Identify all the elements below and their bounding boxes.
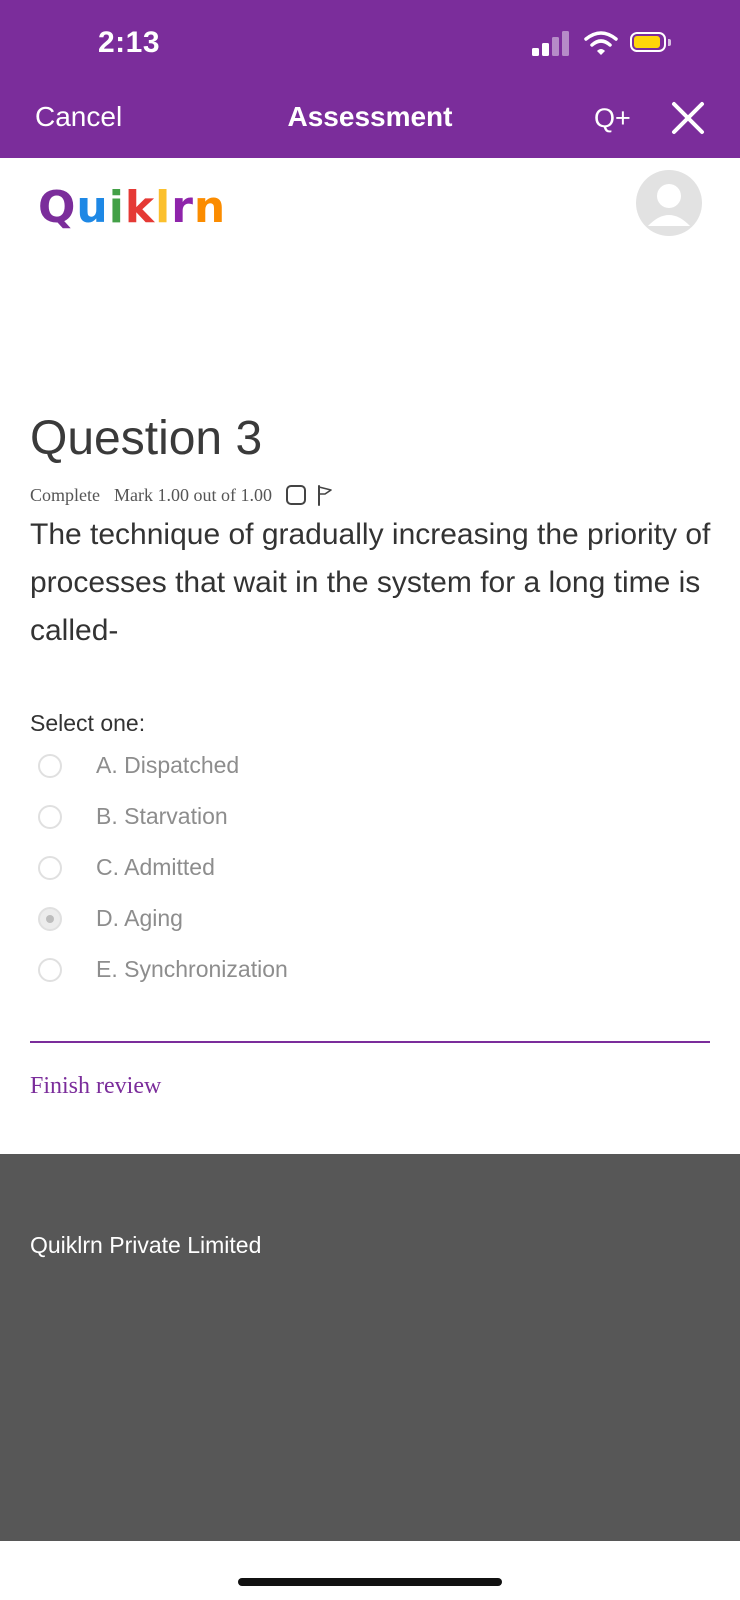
logo-letter: i <box>108 182 125 233</box>
radio-button[interactable] <box>38 753 62 778</box>
answer-option[interactable]: E. Synchronization <box>38 944 698 995</box>
answer-option-label: B. Starvation <box>96 803 228 829</box>
logo-letter: k <box>124 182 156 233</box>
radio-button[interactable] <box>38 804 62 829</box>
question-title: Question 3 <box>30 412 263 465</box>
footer-company: Quiklrn Private Limited <box>30 1232 262 1258</box>
wifi-icon <box>584 31 618 55</box>
answer-option-label: A. Dispatched <box>96 752 240 778</box>
home-indicator[interactable] <box>238 1578 502 1586</box>
logo-letter: r <box>171 182 194 233</box>
logo-letter: n <box>193 182 227 233</box>
logo-letter: Q <box>38 182 77 233</box>
app-header: 2:13 Cancel Assessment Q+ <box>0 0 740 158</box>
answer-option[interactable]: D. Aging <box>38 893 698 944</box>
answer-option-label: C. Admitted <box>96 854 215 880</box>
logo-letter: u <box>76 182 109 233</box>
question-state: Complete <box>30 484 100 505</box>
select-one-label: Select one: <box>30 710 146 736</box>
answer-option[interactable]: C. Admitted <box>38 842 698 893</box>
battery-icon <box>630 32 672 56</box>
radio-button[interactable] <box>38 855 62 880</box>
radio-button-selected[interactable] <box>38 906 62 931</box>
finish-review-link[interactable]: Finish review <box>30 1073 161 1100</box>
question-mark: Mark 1.00 out of 1.00 <box>114 484 272 505</box>
logo-letter: l <box>155 182 172 233</box>
answer-options: A. Dispatched B. Starvation C. Admitted … <box>38 740 698 995</box>
signal-icon <box>532 30 572 56</box>
close-icon[interactable] <box>668 98 708 138</box>
user-avatar-icon[interactable] <box>636 170 702 236</box>
page-footer: Quiklrn Private Limited <box>0 1154 740 1541</box>
answer-option-label: D. Aging <box>96 905 183 931</box>
quiklrn-logo: Quiklrn <box>38 182 226 233</box>
question-text: The technique of gradually increasing th… <box>30 518 711 647</box>
radio-button[interactable] <box>38 957 62 982</box>
flag-checkbox[interactable] <box>285 485 306 505</box>
flag-icon[interactable] <box>316 484 334 506</box>
status-time: 2:13 <box>98 26 161 59</box>
answer-option[interactable]: B. Starvation <box>38 791 698 842</box>
qplus-button[interactable]: Q+ <box>594 103 631 134</box>
question-meta: Complete Mark 1.00 out of 1.00 <box>30 484 334 506</box>
answer-option-label: E. Synchronization <box>96 956 288 982</box>
answer-option[interactable]: A. Dispatched <box>38 740 698 791</box>
divider <box>30 1041 710 1043</box>
